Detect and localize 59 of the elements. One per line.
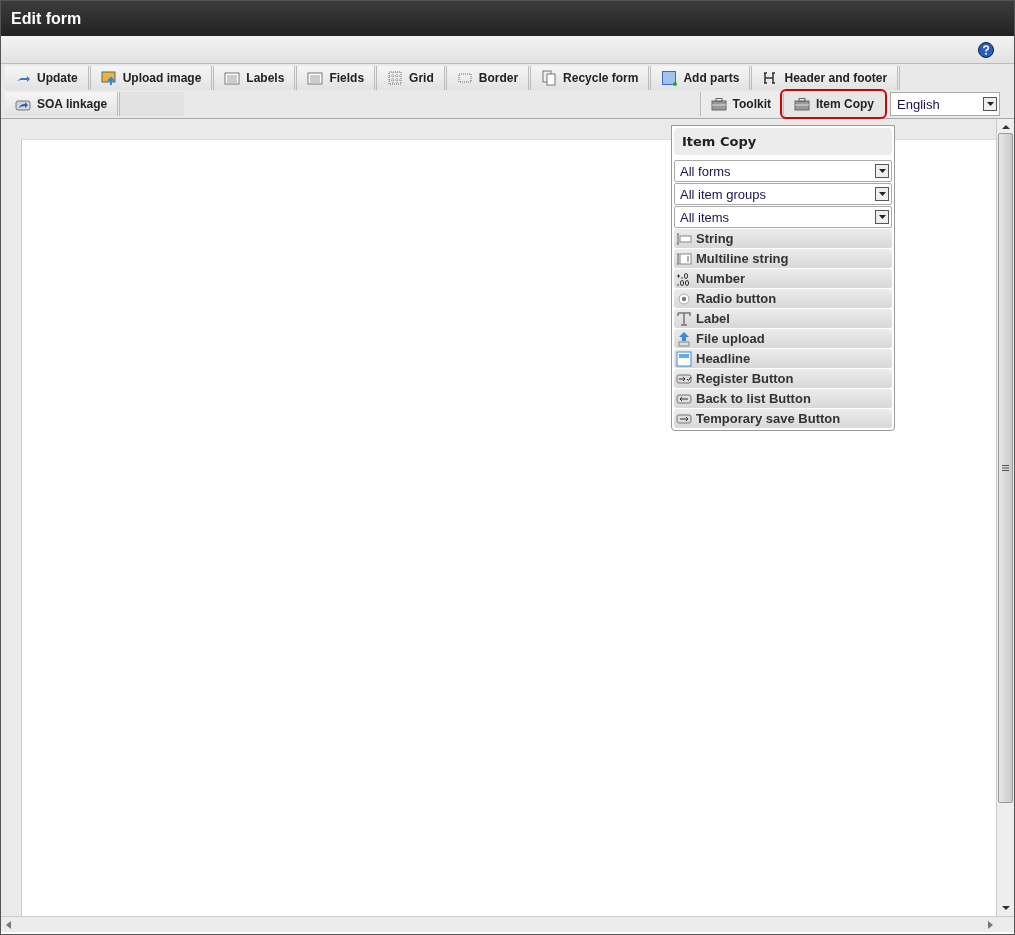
briefcase-icon <box>710 96 727 112</box>
caret-icon <box>878 215 886 219</box>
toolbar-button[interactable]: Border <box>446 66 532 90</box>
item-type-button[interactable]: Back to list Button <box>674 389 892 408</box>
radio-icon <box>676 290 692 307</box>
language-select[interactable]: English <box>890 92 1000 116</box>
item-type-button[interactable]: File upload <box>674 329 892 348</box>
toolbar-button[interactable]: Header and footer <box>752 66 901 90</box>
caret-icon <box>986 102 994 106</box>
toolbar-button[interactable]: Upload image <box>90 66 215 90</box>
briefcase-icon <box>794 96 810 112</box>
list-icon <box>224 70 241 86</box>
text-field-icon <box>676 230 692 247</box>
scroll-right-icon[interactable] <box>988 920 994 929</box>
list-icon <box>307 70 324 86</box>
toolbar-button[interactable]: Grid <box>377 66 447 90</box>
headline-icon <box>676 350 692 367</box>
vertical-scrollbar[interactable] <box>996 119 1014 916</box>
upload-image-icon <box>100 70 117 86</box>
toolbar-button[interactable]: SOA linkage <box>5 92 121 116</box>
caret-icon <box>878 169 886 173</box>
dropdown-button[interactable] <box>875 210 889 224</box>
toolbar-button[interactable]: Fields <box>297 66 378 90</box>
panel-tab[interactable]: Toolkit <box>699 92 781 116</box>
documents-icon <box>541 70 558 86</box>
text-area-icon <box>676 250 692 267</box>
scroll-left-icon[interactable] <box>5 920 11 929</box>
scroll-down-icon[interactable] <box>1001 904 1010 912</box>
item-type-button[interactable]: Label <box>674 309 892 328</box>
number-icon <box>676 270 692 287</box>
toolbar-button[interactable]: Update <box>5 66 91 90</box>
window-title: Edit form <box>11 9 82 28</box>
item-type-button[interactable]: Radio button <box>674 289 892 308</box>
dropdown-button[interactable] <box>875 164 889 178</box>
item-type-button[interactable]: String <box>674 229 892 248</box>
scroll-up-icon[interactable] <box>1001 123 1010 131</box>
toolbar-button[interactable]: Labels <box>214 66 298 90</box>
toolbar-button[interactable]: Recycle form <box>531 66 652 90</box>
item-type-button[interactable]: Register Button <box>674 369 892 388</box>
border-icon <box>456 70 473 86</box>
horizontal-scrollbar[interactable] <box>1 916 1014 932</box>
item-type-button[interactable]: Temporary save Button <box>674 409 892 428</box>
upload-icon <box>676 330 692 347</box>
dropdown-button[interactable] <box>875 187 889 201</box>
panel-title: Item Copy <box>682 134 758 149</box>
letter-t-icon <box>676 310 692 327</box>
caret-icon <box>878 192 886 196</box>
item-type-button[interactable]: Multiline string <box>674 249 892 268</box>
add-parts-icon <box>661 70 678 86</box>
toolbar-button[interactable]: Add parts <box>651 66 753 90</box>
grip-icon[interactable] <box>1002 465 1009 471</box>
item-type-button[interactable]: Headline <box>674 349 892 368</box>
help-icon[interactable] <box>978 41 994 58</box>
item-type-button[interactable]: Number <box>674 269 892 288</box>
dropdown-button[interactable] <box>983 97 997 111</box>
grid-icon <box>387 70 404 86</box>
filter-select[interactable]: All forms <box>674 160 892 182</box>
filter-select[interactable]: All item groups <box>674 183 892 205</box>
filter-select[interactable]: All items <box>674 206 892 228</box>
